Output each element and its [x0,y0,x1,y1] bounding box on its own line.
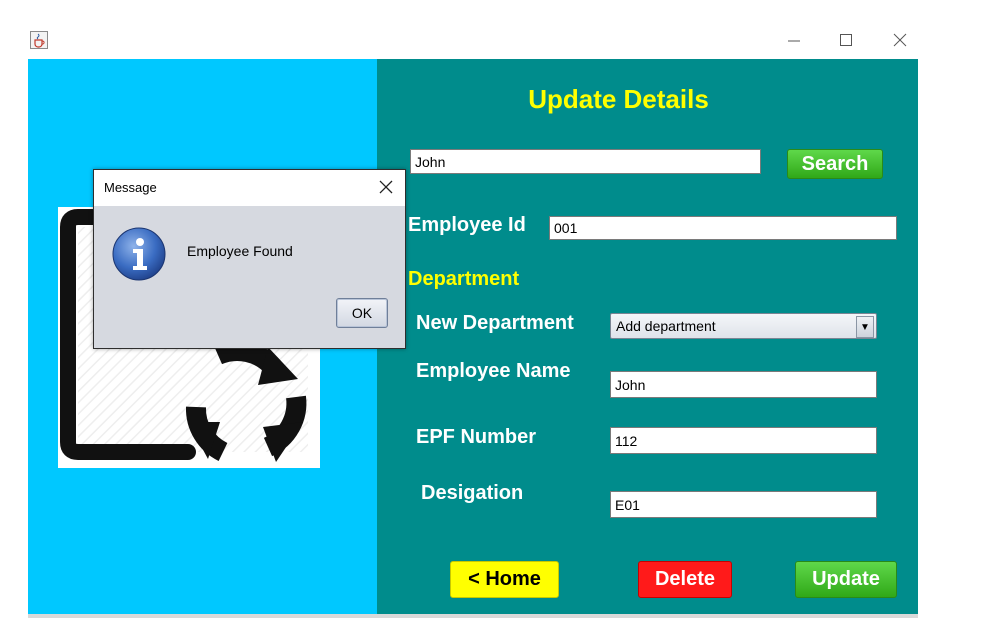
message-dialog: Message Employee Found OK [93,169,406,349]
home-button[interactable]: < Home [450,561,559,598]
maximize-button[interactable] [831,28,861,52]
window-close-button[interactable] [885,28,915,52]
info-icon [111,226,167,282]
new-department-select[interactable]: Add department ▼ [610,313,877,339]
minimize-button[interactable] [779,28,809,52]
employee-id-field[interactable]: 001 [549,216,897,240]
dialog-title: Message [104,180,157,195]
epf-number-label: EPF Number [416,426,537,448]
designation-label: Desigation [421,482,524,504]
designation-field[interactable]: E01 [610,491,877,518]
epf-number-field[interactable]: 112 [610,427,877,454]
new-department-label: New Department [416,312,574,334]
dialog-close-button[interactable] [375,176,397,198]
department-heading: Department [408,268,520,290]
chevron-down-icon[interactable]: ▼ [856,316,874,338]
close-icon [893,33,907,47]
maximize-icon [840,34,852,46]
employee-id-label: Employee Id [408,214,526,236]
delete-button[interactable]: Delete [638,561,732,598]
search-button[interactable]: Search [787,149,883,179]
minimize-icon [788,40,800,42]
employee-name-field[interactable]: John [610,371,877,398]
new-department-value: Add department [616,318,716,334]
employee-name-label: Employee Name [416,360,571,382]
close-icon [379,180,393,194]
search-input[interactable]: John [410,149,761,174]
dialog-titlebar[interactable]: Message [94,170,405,206]
dialog-message: Employee Found [187,243,293,259]
java-cup-icon [30,31,48,49]
update-button[interactable]: Update [795,561,897,598]
ok-button[interactable]: OK [336,298,388,328]
bottom-strip [28,614,918,618]
page-title: Update Details [528,84,709,114]
